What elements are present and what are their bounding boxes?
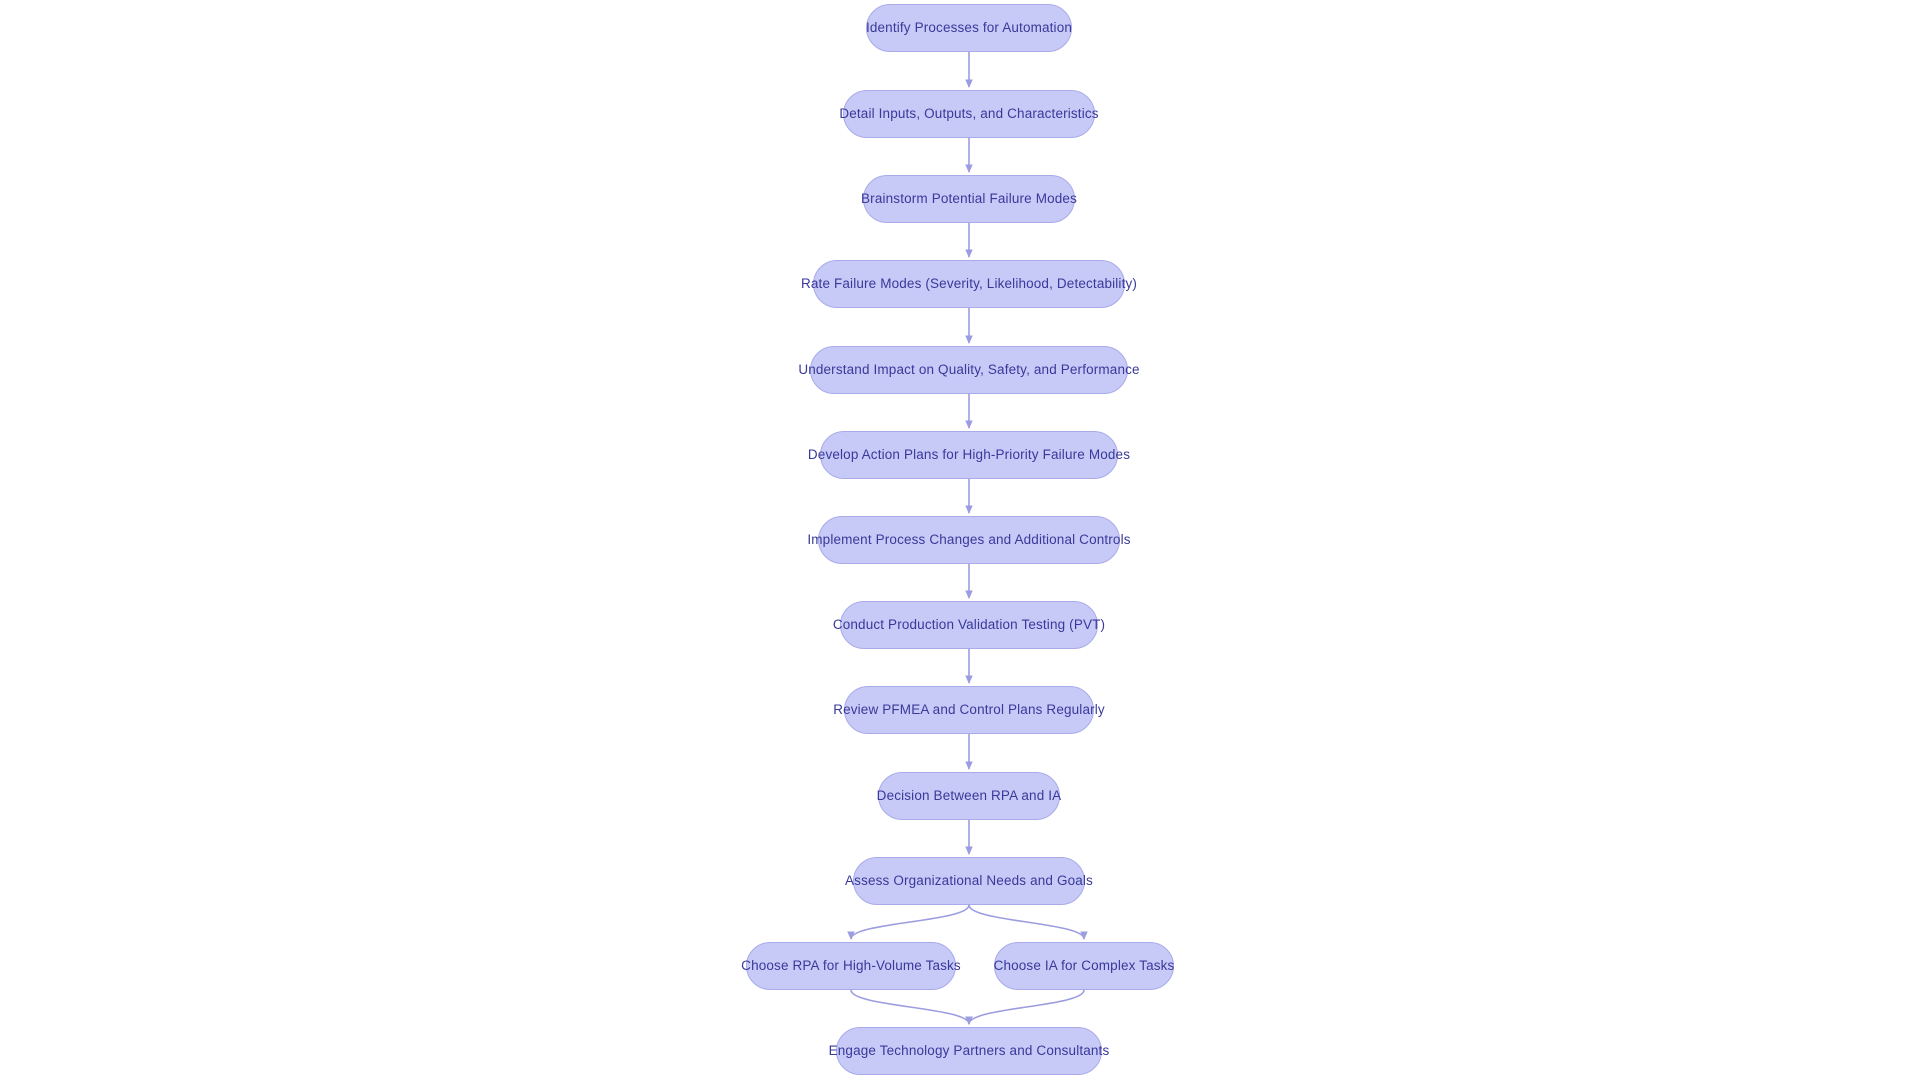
- flow-node-label: Rate Failure Modes (Severity, Likelihood…: [800, 276, 1138, 292]
- flow-node-label: Decision Between RPA and IA: [876, 788, 1062, 804]
- flow-edge-n11-to-n12: [847, 904, 970, 940]
- flow-node-label: Conduct Production Validation Testing (P…: [832, 617, 1106, 633]
- flow-node-n6[interactable]: Develop Action Plans for High-Priority F…: [808, 431, 1130, 479]
- flow-node-label: Detail Inputs, Outputs, and Characterist…: [839, 106, 1099, 122]
- flow-node-label: Implement Process Changes and Additional…: [807, 532, 1131, 548]
- flow-node-label: Engage Technology Partners and Consultan…: [828, 1043, 1110, 1059]
- flow-node-label: Develop Action Plans for High-Priority F…: [807, 447, 1131, 463]
- flow-node-n8[interactable]: Conduct Production Validation Testing (P…: [833, 601, 1105, 649]
- flow-node-n12[interactable]: Choose RPA for High-Volume Tasks: [741, 942, 961, 990]
- flow-node-n4[interactable]: Rate Failure Modes (Severity, Likelihood…: [801, 260, 1137, 308]
- flow-node-label: Brainstorm Potential Failure Modes: [861, 191, 1077, 207]
- flow-node-n3[interactable]: Brainstorm Potential Failure Modes: [861, 175, 1077, 223]
- flow-edge-n11-to-n13: [968, 904, 1088, 940]
- flow-node-n7[interactable]: Implement Process Changes and Additional…: [807, 516, 1130, 564]
- flow-node-label: Choose RPA for High-Volume Tasks: [741, 958, 961, 974]
- flow-edge-n12-to-n14: [850, 989, 973, 1025]
- flow-node-n5[interactable]: Understand Impact on Quality, Safety, an…: [798, 346, 1140, 394]
- flow-node-label: Review PFMEA and Control Plans Regularly: [833, 702, 1105, 718]
- flow-node-n13[interactable]: Choose IA for Complex Tasks: [994, 942, 1174, 990]
- flow-node-label: Understand Impact on Quality, Safety, an…: [798, 362, 1140, 378]
- flowchart-canvas: Identify Processes for Automation Detail …: [0, 0, 1920, 1080]
- flow-node-n10[interactable]: Decision Between RPA and IA: [876, 772, 1062, 820]
- flow-node-n1[interactable]: Identify Processes for Automation: [866, 4, 1072, 52]
- flow-node-label: Choose IA for Complex Tasks: [993, 958, 1175, 974]
- flow-edge-n13-to-n14: [965, 989, 1085, 1025]
- flow-node-n2[interactable]: Detail Inputs, Outputs, and Characterist…: [839, 90, 1099, 138]
- flow-node-label: Identify Processes for Automation: [865, 20, 1073, 36]
- flow-node-n9[interactable]: Review PFMEA and Control Plans Regularly: [833, 686, 1105, 734]
- flow-node-n11[interactable]: Assess Organizational Needs and Goals: [845, 857, 1093, 905]
- flow-node-n14[interactable]: Engage Technology Partners and Consultan…: [829, 1027, 1109, 1075]
- flow-node-label: Assess Organizational Needs and Goals: [845, 873, 1093, 889]
